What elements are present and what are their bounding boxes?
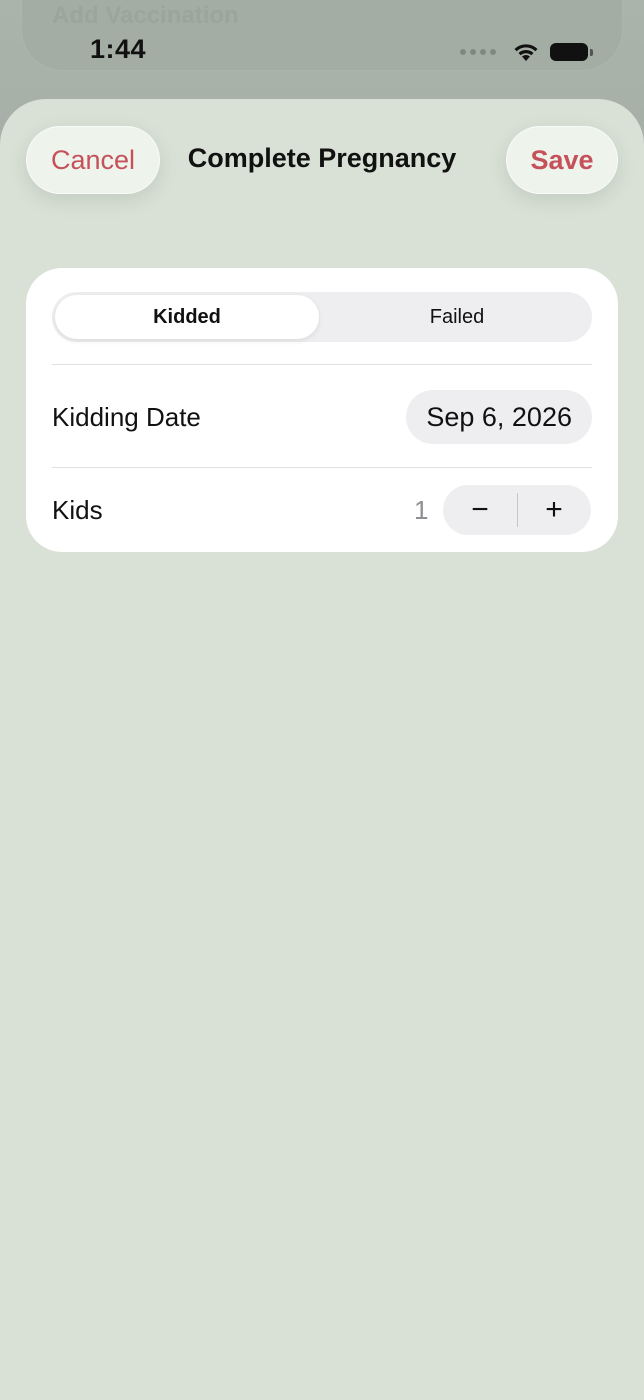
segment-failed[interactable]: Failed bbox=[325, 295, 589, 339]
increment-button[interactable]: + bbox=[517, 485, 591, 535]
kids-count: 1 bbox=[414, 495, 429, 525]
divider bbox=[52, 467, 592, 468]
wifi-icon bbox=[514, 44, 538, 61]
segment-kidded[interactable]: Kidded bbox=[55, 295, 319, 339]
save-button[interactable]: Save bbox=[506, 126, 618, 194]
kidding-date-picker[interactable]: Sep 6, 2026 bbox=[406, 390, 592, 444]
kids-label: Kids bbox=[52, 495, 103, 525]
signal-dots-icon bbox=[460, 49, 496, 55]
divider bbox=[52, 364, 592, 365]
background-title: Add Vaccination bbox=[52, 2, 239, 29]
kidding-date-label: Kidding Date bbox=[52, 402, 201, 432]
decrement-button[interactable]: − bbox=[443, 485, 517, 535]
outcome-segmented-control: Kidded Failed bbox=[52, 292, 592, 342]
status-time: 1:44 bbox=[90, 34, 147, 64]
complete-pregnancy-sheet: Cancel Complete Pregnancy Save Kidded Fa… bbox=[0, 99, 644, 1400]
battery-icon bbox=[550, 43, 593, 61]
kids-stepper: − + bbox=[443, 485, 591, 535]
form-card: Kidded Failed Kidding Date Sep 6, 2026 K… bbox=[26, 268, 618, 552]
status-icons bbox=[460, 38, 593, 66]
